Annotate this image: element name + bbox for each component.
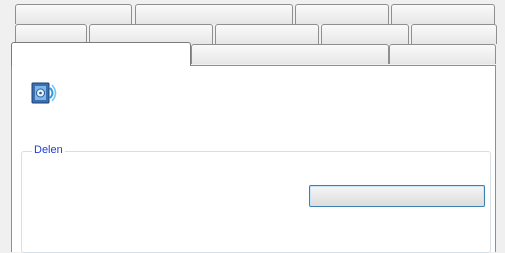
tab-row-1 [0,4,505,25]
tab[interactable] [191,44,389,64]
group-title: Delen [32,144,65,156]
tab-row-3 [0,42,505,66]
tab[interactable] [15,24,87,44]
tab[interactable] [215,24,319,44]
tab[interactable] [15,4,132,24]
tab[interactable] [391,4,495,24]
tab[interactable] [321,24,409,44]
tab[interactable] [295,4,389,24]
tab[interactable] [89,24,213,44]
sharing-group: Delen [21,144,491,253]
media-sharing-button[interactable] [309,185,485,207]
tab[interactable] [11,42,191,66]
media-sharing-icon [31,82,57,104]
tab[interactable] [411,24,497,44]
tab[interactable] [389,44,496,64]
tab-panel: Delen [11,65,496,253]
tab[interactable] [135,4,293,24]
